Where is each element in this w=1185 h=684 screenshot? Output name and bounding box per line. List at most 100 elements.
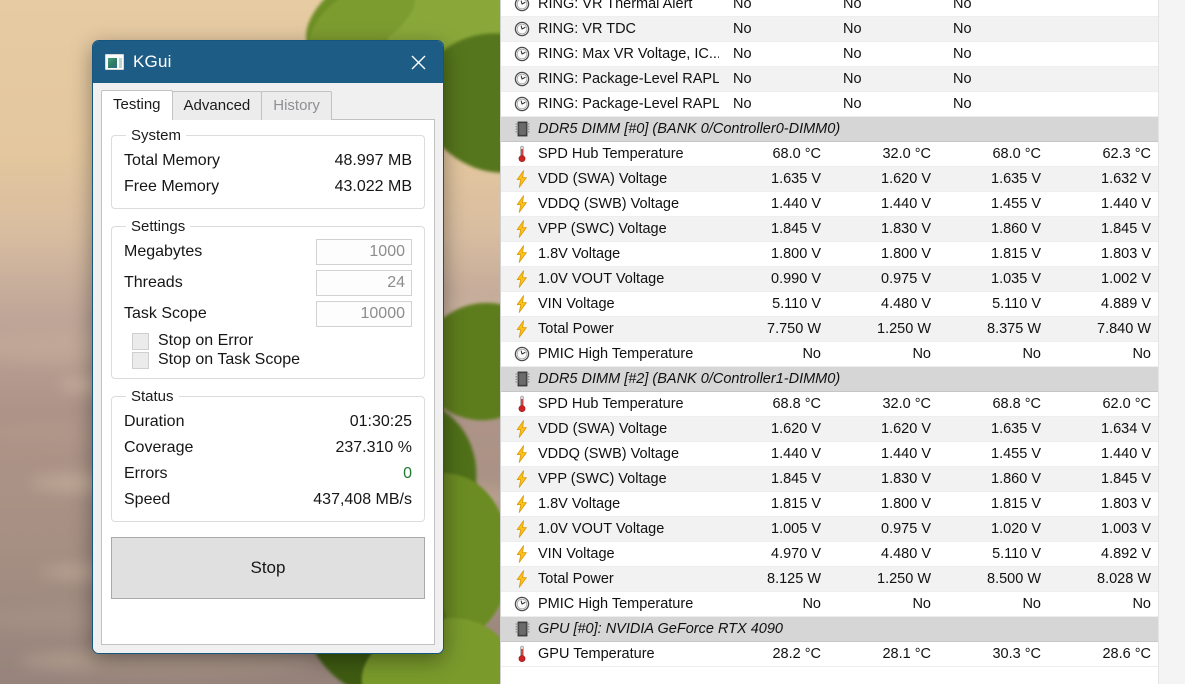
tab-testing[interactable]: Testing	[101, 90, 173, 120]
gauge-icon	[510, 21, 534, 37]
memory-chip-icon	[510, 121, 534, 137]
sensor-readout-panel: RING: VR Thermal Alert No No No RING: VR TDC…	[500, 0, 1185, 684]
stop-button[interactable]: Stop	[111, 537, 425, 599]
sensor-value-col-3: 68.0 °C	[992, 146, 1041, 162]
sensor-value-col-3: No	[953, 96, 972, 112]
sensor-row[interactable]: PMIC High Temperature No No No No	[501, 592, 1159, 617]
sensor-value-col-3: 1.455 V	[991, 446, 1041, 462]
sensor-name: RING: VR TDC	[538, 21, 637, 37]
sensor-group-header[interactable]: DDR5 DIMM [#0] (BANK 0/Controller0-DIMM0…	[501, 117, 1159, 142]
sensor-value-col-1: 1.005 V	[771, 521, 821, 537]
sensor-row[interactable]: RING: VR TDC No No No	[501, 17, 1159, 42]
sensor-panel-gutter[interactable]	[1158, 0, 1185, 684]
tab-advanced[interactable]: Advanced	[171, 91, 263, 120]
sensor-row[interactable]: VIN Voltage 5.110 V 4.480 V 5.110 V 4.889 V	[501, 292, 1159, 317]
close-icon[interactable]	[397, 42, 439, 82]
sensor-value-col-3: 8.500 W	[987, 571, 1041, 587]
sensor-value-col-3: No	[953, 71, 972, 87]
bolt-icon	[510, 270, 534, 288]
sensor-row[interactable]: RING: Package-Level RAPL... No No No	[501, 67, 1159, 92]
sensor-row[interactable]: 1.0V VOUT Voltage 1.005 V 0.975 V 1.020 V 1.…	[501, 517, 1159, 542]
task-scope-label: Task Scope	[124, 305, 207, 322]
sensor-value-col-2: 1.250 W	[877, 321, 931, 337]
sensor-row[interactable]: SPD Hub Temperature 68.0 °C 32.0 °C 68.0 °C…	[501, 142, 1159, 167]
sensor-row[interactable]: VDD (SWA) Voltage 1.620 V 1.620 V 1.635 V 1.…	[501, 417, 1159, 442]
sensor-row[interactable]: VIN Voltage 4.970 V 4.480 V 5.110 V 4.892 V	[501, 542, 1159, 567]
sensor-value-col-3: 1.815 V	[991, 496, 1041, 512]
sensor-row[interactable]: VDDQ (SWB) Voltage 1.440 V 1.440 V 1.455 V 1…	[501, 442, 1159, 467]
tab-strip: Testing Advanced History	[101, 90, 435, 120]
sensor-value-col-3: 1.635 V	[991, 421, 1041, 437]
sensor-value-col-4: 1.632 V	[1101, 171, 1151, 187]
sensor-value-col-3: 1.455 V	[991, 196, 1041, 212]
gauge-icon	[510, 71, 534, 87]
thermometer-icon	[510, 145, 534, 163]
sensor-value-col-4: 62.0 °C	[1102, 396, 1151, 412]
sensor-rows-container: RING: VR Thermal Alert No No No RING: VR TDC…	[501, 0, 1159, 667]
window-titlebar[interactable]: KGui	[93, 41, 443, 83]
gauge-icon	[510, 96, 534, 112]
sensor-value-col-4: 4.892 V	[1101, 546, 1151, 562]
coverage-row: Coverage 237.310 %	[124, 435, 412, 461]
sensor-row[interactable]: SPD Hub Temperature 68.8 °C 32.0 °C 68.8 °C…	[501, 392, 1159, 417]
coverage-label: Coverage	[124, 439, 194, 456]
stop-on-error-row[interactable]: Stop on Error	[132, 332, 412, 350]
sensor-row[interactable]: 1.8V Voltage 1.815 V 1.800 V 1.815 V 1.803 V	[501, 492, 1159, 517]
sensor-value-col-3: 68.8 °C	[992, 396, 1041, 412]
sensor-name: Total Power	[538, 321, 614, 337]
sensor-name: RING: Package-Level RAPL...	[538, 71, 719, 87]
sensor-value-col-1: 1.440 V	[771, 196, 821, 212]
stop-on-task-scope-row[interactable]: Stop on Task Scope	[132, 351, 412, 369]
sensor-value-col-1: 68.0 °C	[772, 146, 821, 162]
sensor-value-col-3: 1.860 V	[991, 221, 1041, 237]
stop-on-error-checkbox[interactable]	[132, 332, 149, 350]
tab-history[interactable]: History	[261, 91, 332, 120]
sensor-row[interactable]: 1.8V Voltage 1.800 V 1.800 V 1.815 V 1.803 V	[501, 242, 1159, 267]
sensor-row[interactable]: PMIC High Temperature No No No No	[501, 342, 1159, 367]
sensor-row[interactable]: VDDQ (SWB) Voltage 1.440 V 1.440 V 1.455 V 1…	[501, 192, 1159, 217]
dialog-client-area: Testing Advanced History System Total Me…	[93, 83, 443, 653]
sensor-group-header[interactable]: DDR5 DIMM [#2] (BANK 0/Controller1-DIMM0…	[501, 367, 1159, 392]
threads-input[interactable]	[316, 270, 412, 296]
sensor-row[interactable]: RING: VR Thermal Alert No No No	[501, 0, 1159, 17]
sensor-value-col-2: No	[843, 96, 862, 112]
bolt-icon	[510, 495, 534, 513]
stop-on-task-scope-checkbox[interactable]	[132, 351, 149, 369]
sensor-value-col-4: 1.440 V	[1101, 446, 1151, 462]
megabytes-label: Megabytes	[124, 243, 203, 260]
sensor-value-col-4: 1.845 V	[1101, 221, 1151, 237]
sensor-value-col-3: 1.815 V	[991, 246, 1041, 262]
sensor-group-header[interactable]: GPU [#0]: NVIDIA GeForce RTX 4090	[501, 617, 1159, 642]
sensor-row[interactable]: VPP (SWC) Voltage 1.845 V 1.830 V 1.860 V 1.…	[501, 217, 1159, 242]
speed-value: 437,408 MB/s	[313, 491, 412, 508]
sensor-value-col-1: 0.990 V	[771, 271, 821, 287]
task-scope-input[interactable]	[316, 301, 412, 327]
sensor-row[interactable]: GPU Temperature 28.2 °C 28.1 °C 30.3 °C 28.6…	[501, 642, 1159, 667]
total-memory-row: Total Memory 48.997 MB	[124, 148, 412, 174]
sensor-name: SPD Hub Temperature	[538, 396, 684, 412]
settings-group-legend: Settings	[131, 218, 186, 235]
sensor-row[interactable]: 1.0V VOUT Voltage 0.990 V 0.975 V 1.035 V 1.…	[501, 267, 1159, 292]
sensor-name: 1.0V VOUT Voltage	[538, 521, 665, 537]
sensor-value-col-3: 8.375 W	[987, 321, 1041, 337]
sensor-row[interactable]: Total Power 8.125 W 1.250 W 8.500 W 8.028 W	[501, 567, 1159, 592]
sensor-value-col-4: 1.003 V	[1101, 521, 1151, 537]
settings-group: Settings Megabytes Threads Task Scope St…	[111, 218, 425, 379]
bolt-icon	[510, 170, 534, 188]
sensor-row[interactable]: VDD (SWA) Voltage 1.635 V 1.620 V 1.635 V 1.…	[501, 167, 1159, 192]
sensor-row[interactable]: RING: Max VR Voltage, IC... No No No	[501, 42, 1159, 67]
sensor-row[interactable]: VPP (SWC) Voltage 1.845 V 1.830 V 1.860 V 1.…	[501, 467, 1159, 492]
sensor-value-col-3: 1.035 V	[991, 271, 1041, 287]
sensor-name: PMIC High Temperature	[538, 596, 694, 612]
duration-value: 01:30:25	[349, 413, 412, 430]
megabytes-input[interactable]	[316, 239, 412, 265]
sensor-name: 1.8V Voltage	[538, 496, 621, 512]
sensor-value-col-2: 1.830 V	[881, 221, 931, 237]
sensor-row[interactable]: RING: Package-Level RAPL... No No No	[501, 92, 1159, 117]
sensor-value-col-3: 30.3 °C	[992, 646, 1041, 662]
sensor-value-col-2: 1.620 V	[881, 171, 931, 187]
sensor-row[interactable]: Total Power 7.750 W 1.250 W 8.375 W 7.840 W	[501, 317, 1159, 342]
sensor-value-col-2: No	[843, 0, 862, 12]
sensor-value-col-4: 1.803 V	[1101, 246, 1151, 262]
sensor-value-col-1: No	[733, 21, 752, 37]
